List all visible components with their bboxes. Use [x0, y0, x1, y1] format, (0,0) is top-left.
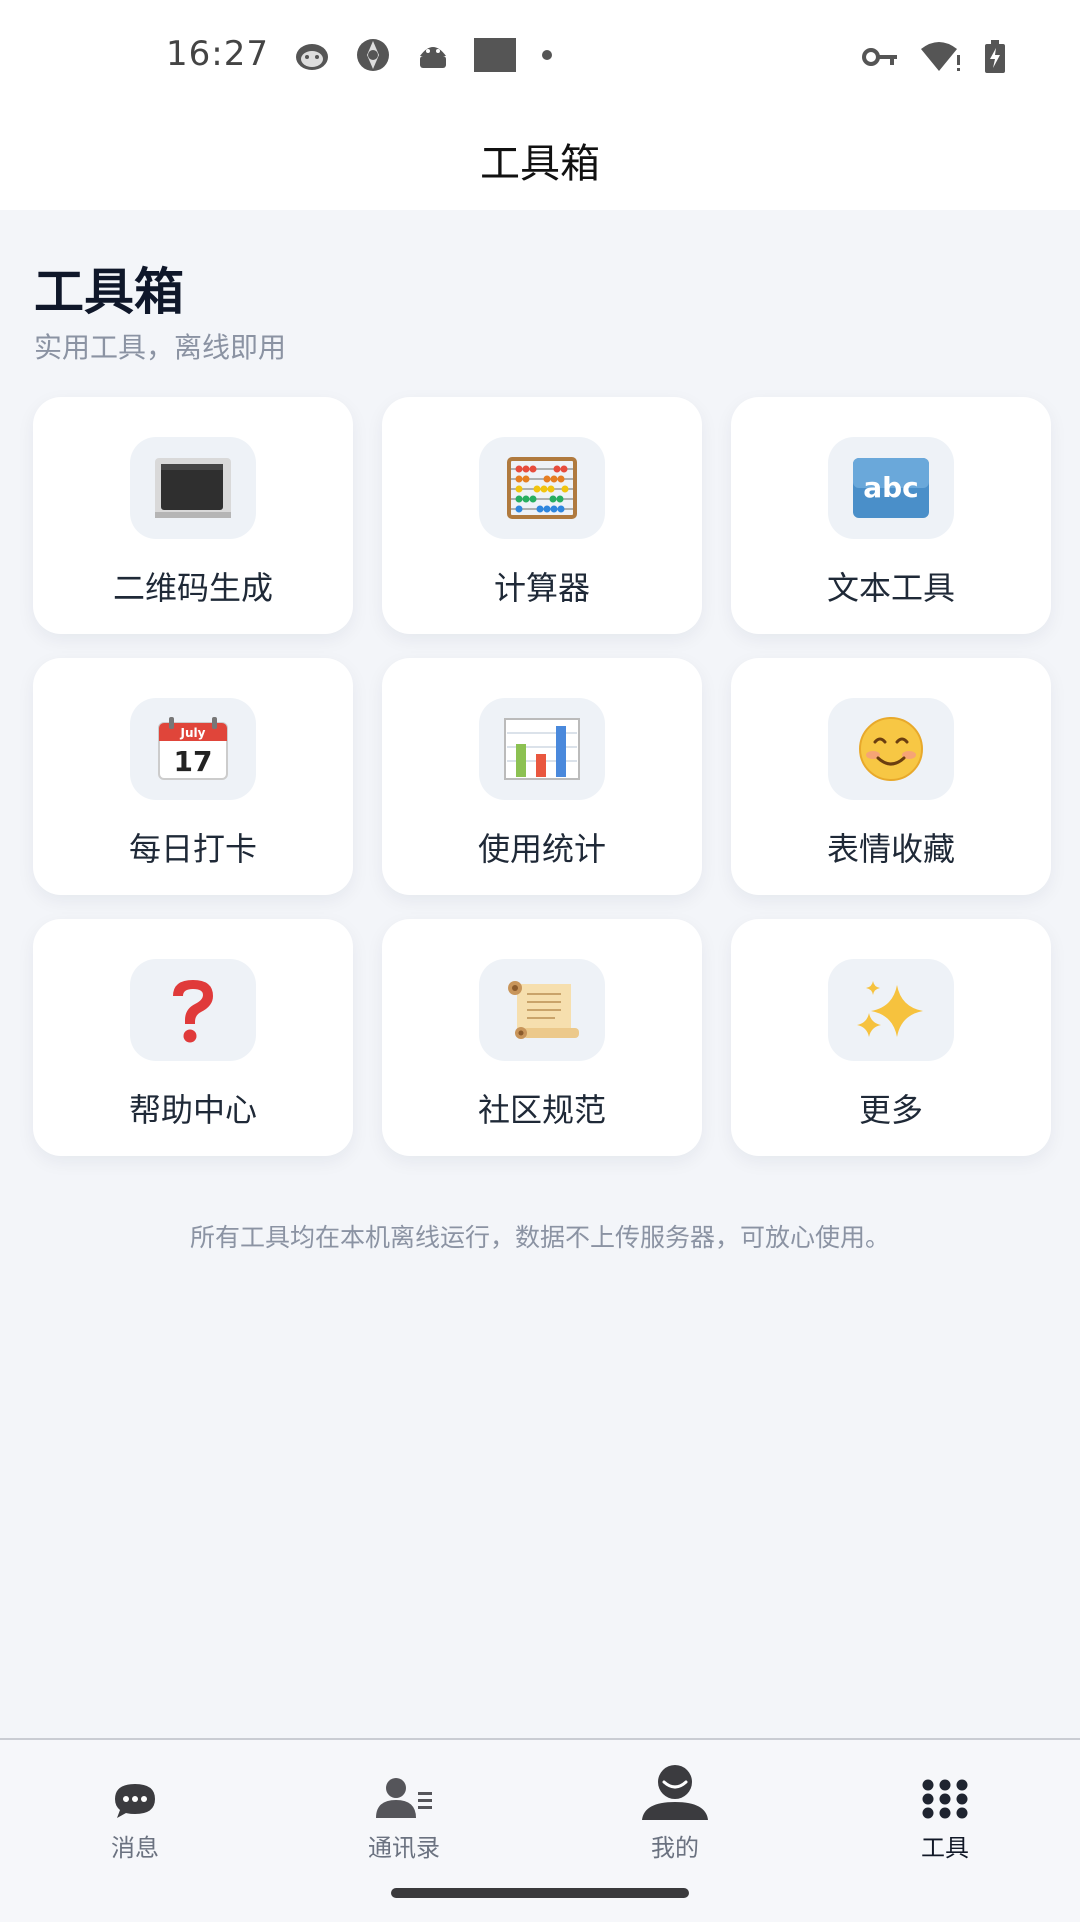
question-icon	[173, 980, 213, 1043]
smiley-icon	[859, 717, 923, 781]
nav-label: 消息	[111, 1834, 159, 1862]
tool-card-calculator[interactable]: 计算器	[382, 397, 702, 634]
nav-item-tools[interactable]: 工具	[845, 1764, 1045, 1874]
profile-icon	[642, 1765, 708, 1820]
key-icon	[862, 48, 897, 66]
app-header: 工具箱	[0, 110, 1080, 210]
tool-label: 文本工具	[826, 569, 955, 607]
wifi-alert-icon	[921, 42, 960, 71]
tool-card-more[interactable]: 更多	[731, 919, 1051, 1156]
tool-icon-box	[130, 437, 256, 539]
tool-label: 每日打卡	[128, 830, 257, 868]
home-indicator[interactable]	[391, 1888, 689, 1898]
chat-bubble-icon	[115, 1784, 155, 1818]
square-icon	[474, 38, 516, 72]
nav-item-contacts[interactable]: 通讯录	[304, 1764, 504, 1874]
scroll-icon	[508, 981, 579, 1039]
status-bar: 16:27	[0, 0, 1080, 110]
contacts-icon	[376, 1778, 432, 1818]
tool-icon-box: July 17	[130, 698, 256, 800]
tool-icon-box	[828, 959, 954, 1061]
tool-card-rules[interactable]: 社区规范	[382, 919, 702, 1156]
page-title: 工具箱	[34, 263, 184, 321]
cat-face-icon	[296, 44, 328, 70]
tool-label: 计算器	[493, 569, 590, 607]
tool-icon-box	[130, 959, 256, 1061]
header-title: 工具箱	[480, 141, 600, 187]
tool-card-text[interactable]: abc 文本工具	[731, 397, 1051, 634]
bar-chart-icon	[504, 718, 580, 780]
footer-note: 所有工具均在本机离线运行，数据不上传服务器，可放心使用。	[189, 1223, 890, 1252]
tool-icon-box	[479, 437, 605, 539]
status-time: 16:27	[166, 34, 269, 74]
tool-icon-box: abc	[828, 437, 954, 539]
tool-icon-box	[479, 959, 605, 1061]
battery-charging-icon	[985, 40, 1005, 73]
tool-card-help[interactable]: 帮助中心	[33, 919, 353, 1156]
tool-label: 更多	[858, 1091, 923, 1129]
tool-label: 二维码生成	[112, 569, 273, 607]
tool-label: 帮助中心	[128, 1091, 257, 1129]
tool-card-emoji[interactable]: 表情收藏	[731, 658, 1051, 895]
svg-text:abc: abc	[863, 471, 919, 504]
status-left-icons	[294, 38, 554, 72]
tool-card-checkin[interactable]: July 17 每日打卡	[33, 658, 353, 895]
abc-icon: abc	[853, 458, 929, 518]
tool-card-qr[interactable]: 二维码生成	[33, 397, 353, 634]
tool-card-stats[interactable]: 使用统计	[382, 658, 702, 895]
page-subtitle: 实用工具，离线即用	[34, 331, 287, 364]
tool-label: 社区规范	[477, 1091, 606, 1129]
nav-label: 我的	[651, 1834, 699, 1862]
tool-label: 表情收藏	[826, 830, 955, 868]
calendar-day: 17	[174, 745, 213, 778]
nav-label: 工具	[921, 1834, 969, 1862]
tool-icon-box	[479, 698, 605, 800]
nav-item-messages[interactable]: 消息	[35, 1764, 235, 1874]
dot-icon	[542, 50, 552, 60]
nav-item-profile[interactable]: 我的	[575, 1764, 775, 1874]
tool-label: 使用统计	[477, 830, 606, 868]
abacus-icon	[507, 457, 577, 519]
status-right-icons	[862, 40, 1006, 74]
grid-dots-icon	[922, 1779, 968, 1819]
aperture-icon	[357, 39, 389, 71]
android-icon	[420, 47, 446, 68]
calendar-icon: July 17	[158, 717, 228, 780]
tool-grid: 二维码生成 计算器 abc 文本工具 July 17 每日打卡 使用统计 表情收…	[33, 397, 1051, 1156]
calendar-month: July	[180, 726, 206, 740]
qr-square-icon	[155, 458, 231, 518]
nav-label: 通讯录	[368, 1834, 440, 1862]
sparkles-icon	[857, 981, 923, 1037]
tool-icon-box	[828, 698, 954, 800]
